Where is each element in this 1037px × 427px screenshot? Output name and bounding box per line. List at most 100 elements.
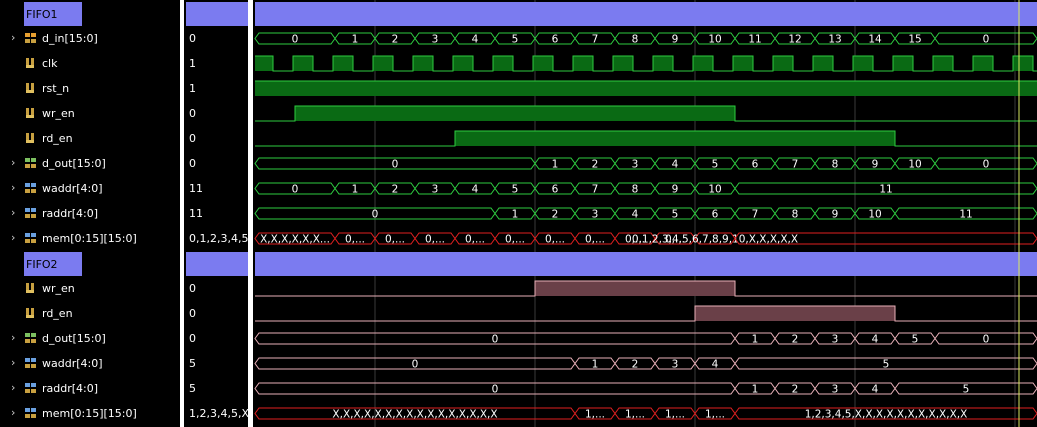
signal-name: wr_en (42, 107, 75, 120)
waveform-canvas[interactable]: 0 1 2 3 4 5 6 7 8 9 10 11 12 13 14 15 00 1 2 3 4 5 6 7 8 9 10 00 1 2 3… (253, 0, 1037, 427)
bus-value-label: 1,... (585, 409, 605, 421)
bus-value-label: 8 (632, 184, 639, 196)
bit-signal-icon (26, 283, 34, 293)
signal-name: d_out[15:0] (42, 157, 106, 170)
bus-value-label: 3 (632, 159, 639, 171)
bus-value-label: 10 (708, 184, 721, 196)
bus-value-label: 0 (983, 34, 990, 46)
signal-value: 0 (189, 157, 196, 170)
bus-value-label: 4 (872, 384, 879, 396)
bus-value-label: 5 (512, 184, 519, 196)
bus-value-label: 0,... (545, 234, 565, 246)
signal-value: 1 (189, 82, 196, 95)
bit-signal-icon (26, 83, 34, 93)
signal-row[interactable]: › waddr[4:0] (0, 351, 180, 376)
signal-value: 1,2,3,4,5,X, (189, 407, 249, 420)
signal-value: 0 (189, 32, 196, 45)
signal-row[interactable]: › raddr[4:0] (0, 376, 180, 401)
high-level-fill (453, 56, 473, 71)
bus-value-label: 0 (412, 359, 419, 371)
signal-value: 0 (189, 107, 196, 120)
group-row[interactable]: FIFO2 (0, 251, 180, 276)
signal-name: waddr[4:0] (42, 357, 103, 370)
signal-row[interactable]: › mem[0:15][15:0] (0, 226, 180, 251)
signal-row[interactable]: › waddr[4:0] (0, 176, 180, 201)
expand-chevron-icon[interactable]: › (11, 356, 15, 369)
bus-value-label: 3 (592, 209, 599, 221)
high-level-fill (893, 56, 913, 71)
bus-value-label: 1 (352, 34, 359, 46)
bus-value-label: 7 (752, 209, 759, 221)
signal-row[interactable]: › d_in[15:0] (0, 26, 180, 51)
signal-value: 0 (189, 307, 196, 320)
bus-value-label: 4 (632, 209, 639, 221)
bus-value-label: 9 (672, 184, 679, 196)
high-level-fill (293, 56, 313, 71)
bit-signal-icon (26, 108, 34, 118)
bit-signal-icon (26, 58, 34, 68)
expand-chevron-icon[interactable]: › (11, 231, 15, 244)
signal-name: rst_n (42, 82, 70, 95)
expand-chevron-icon[interactable]: › (11, 206, 15, 219)
signal-row[interactable]: rst_n (0, 76, 180, 101)
signal-row[interactable]: › d_out[15:0] (0, 326, 180, 351)
bus-value-label: 4 (872, 334, 879, 346)
bus-value-label: 15 (908, 34, 921, 46)
signal-row[interactable]: wr_en (0, 276, 180, 301)
signal-row[interactable]: rd_en (0, 126, 180, 151)
expand-chevron-icon[interactable]: › (11, 331, 15, 344)
high-level-fill (1013, 56, 1033, 71)
bus-value-label: 0 (492, 384, 499, 396)
high-level-fill (295, 106, 735, 121)
expand-chevron-icon[interactable]: › (11, 406, 15, 419)
expand-chevron-icon[interactable]: › (11, 381, 15, 394)
bus-value-label: 5 (912, 334, 919, 346)
bus-value-label: 10 (868, 209, 881, 221)
bus-value-label: 0 (292, 184, 299, 196)
expand-chevron-icon[interactable]: › (11, 31, 15, 44)
bus-value-label: 1 (352, 184, 359, 196)
high-level-fill (813, 56, 833, 71)
signal-row[interactable]: rd_en (0, 301, 180, 326)
bus-value-label: 2 (632, 359, 639, 371)
group-value-bar (186, 252, 248, 276)
signal-value: 5 (189, 357, 196, 370)
signal-value: 1 (189, 57, 196, 70)
bus-value-label: 0 (983, 159, 990, 171)
high-level-fill (933, 56, 953, 71)
group-label: FIFO1 (26, 8, 58, 21)
group-header[interactable]: FIFO1 (24, 2, 82, 26)
signal-name: d_in[15:0] (42, 32, 98, 45)
group-value-bar (186, 2, 248, 26)
group-label: FIFO2 (26, 258, 58, 271)
bus-value-label: 0 (292, 34, 299, 46)
bus-value-label: 3 (832, 384, 839, 396)
expand-chevron-icon[interactable]: › (11, 156, 15, 169)
bus-value-label: 4 (472, 184, 479, 196)
bus-value-label: 1,... (665, 409, 685, 421)
bus-value-label: 6 (552, 34, 559, 46)
high-level-fill (535, 281, 735, 296)
group-row[interactable]: FIFO1 (0, 1, 180, 26)
bus-value-label: X,X,X,X,X,X... (260, 234, 330, 246)
signal-value: 0 (189, 132, 196, 145)
group-header[interactable]: FIFO2 (24, 252, 82, 276)
signal-row[interactable]: wr_en (0, 101, 180, 126)
expand-chevron-icon[interactable]: › (11, 181, 15, 194)
signal-row[interactable]: › d_out[15:0] (0, 151, 180, 176)
signal-row[interactable]: › mem[0:15][15:0] (0, 401, 180, 426)
high-level-fill (653, 56, 673, 71)
bus-internal-icon (25, 208, 36, 218)
bus-value-label: 0,... (345, 234, 365, 246)
bus-value-label: 0,... (385, 234, 405, 246)
signal-value: 11 (189, 182, 203, 195)
signal-row[interactable]: › raddr[4:0] (0, 201, 180, 226)
bus-value-label: 8 (792, 209, 799, 221)
bus-value-label: 1 (752, 334, 759, 346)
high-level-fill (373, 56, 393, 71)
signal-row[interactable]: clk (0, 51, 180, 76)
high-level-fill (455, 131, 895, 146)
bus-value-label: 3 (832, 334, 839, 346)
bus-value-label: 9 (832, 209, 839, 221)
bus-value-label: 3 (432, 184, 439, 196)
